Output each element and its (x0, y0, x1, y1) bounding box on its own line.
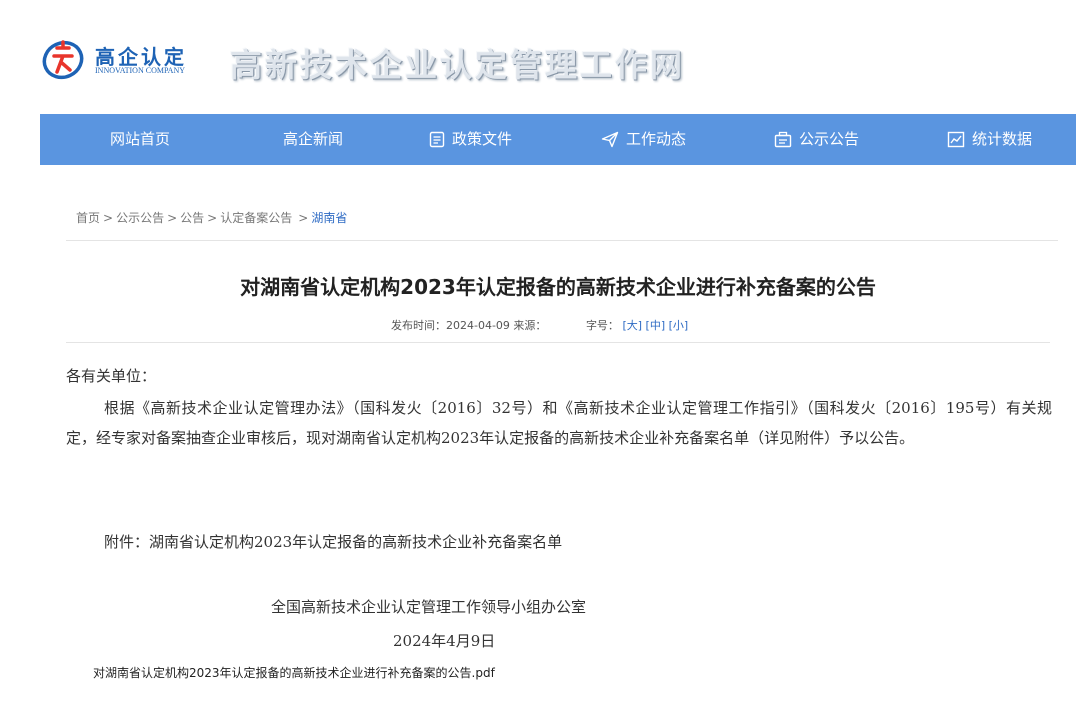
pdf-attachment-link[interactable]: 对湖南省认定机构2023年认定报备的高新技术企业进行补充备案的公告.pdf (93, 664, 495, 681)
breadcrumb-announcement[interactable]: 公告 (180, 211, 204, 225)
send-icon (601, 131, 619, 148)
breadcrumb-notices[interactable]: 公示公告 (116, 211, 164, 225)
salutation: 各有关单位： (66, 367, 157, 385)
font-size-controls: 字号： [大] [中] [小] (586, 319, 688, 332)
nav-item-label: 工作动态 (626, 130, 687, 148)
nav-item-home[interactable]: 网站首页 (110, 114, 170, 165)
stylized-gao-logo-icon (42, 40, 84, 80)
article-title: 对湖南省认定机构2023年认定报备的高新技术企业进行补充备案的公告 (240, 275, 876, 299)
nav-item-policy[interactable]: 政策文件 (429, 114, 512, 165)
nav-item-label: 网站首页 (110, 130, 171, 148)
breadcrumb-separator: > (298, 211, 309, 225)
nav-item-notice[interactable]: 公示公告 (774, 114, 859, 165)
publish-info: 发布时间：2024-04-09 来源： (391, 319, 547, 332)
breadcrumb-separator: > (103, 211, 114, 225)
signature-org: 全国高新技术企业认定管理工作领导小组办公室 (271, 598, 587, 616)
breadcrumb-current[interactable]: 湖南省 (311, 211, 347, 225)
breadcrumb-home[interactable]: 首页 (76, 211, 100, 225)
divider (66, 240, 1058, 241)
signature-date: 2024年4月9日 (393, 632, 496, 650)
site-header: 高企认定 INNOVATION COMPANY 高新技术企业认定管理工作网 (0, 0, 1080, 113)
nav-item-label: 公示公告 (799, 130, 860, 148)
breadcrumb: 首页 > 公示公告 > 公告 > 认定备案公告 > 湖南省 (76, 209, 347, 226)
nav-item-news[interactable]: 高企新闻 (283, 114, 343, 165)
breadcrumb-filing[interactable]: 认定备案公告 (220, 211, 292, 225)
notice-icon (774, 131, 792, 148)
site-logo[interactable]: 高企认定 INNOVATION COMPANY (40, 36, 200, 86)
breadcrumb-separator: > (207, 211, 218, 225)
logo-text-en: INNOVATION COMPANY (95, 66, 186, 75)
font-size-medium[interactable]: [中] (646, 319, 666, 332)
site-title: 高新技术企业认定管理工作网 (230, 46, 686, 84)
document-icon (429, 131, 445, 148)
font-size-small[interactable]: [小] (669, 319, 689, 332)
article-container: 首页 > 公示公告 > 公告 > 认定备案公告 > 湖南省 对湖南省认定机构2023年认定报备的… (40, 165, 1076, 702)
nav-item-work[interactable]: 工作动态 (601, 114, 686, 165)
attachment-note: 附件：湖南省认定机构2023年认定报备的高新技术企业补充备案名单 (104, 533, 563, 551)
nav-item-label: 政策文件 (452, 130, 513, 148)
font-size-large[interactable]: [大] (622, 319, 642, 332)
nav-item-stats[interactable]: 统计数据 (947, 114, 1032, 165)
nav-item-label: 统计数据 (972, 130, 1033, 148)
nav-item-label: 高企新闻 (283, 130, 344, 148)
main-nav: 网站首页 高企新闻 政策文件 工作动态 公示公告 统计数据 (40, 114, 1076, 165)
font-size-label: 字号： (585, 319, 619, 332)
breadcrumb-separator: > (167, 211, 178, 225)
article-meta: 发布时间：2024-04-09 来源： 字号： [大] [中] [小] (391, 317, 688, 333)
divider (66, 342, 1050, 343)
chart-icon (947, 131, 965, 148)
article-paragraph: 根据《高新技术企业认定管理办法》（国科发火〔2016〕32号）和《高新技术企业认… (66, 399, 1052, 447)
